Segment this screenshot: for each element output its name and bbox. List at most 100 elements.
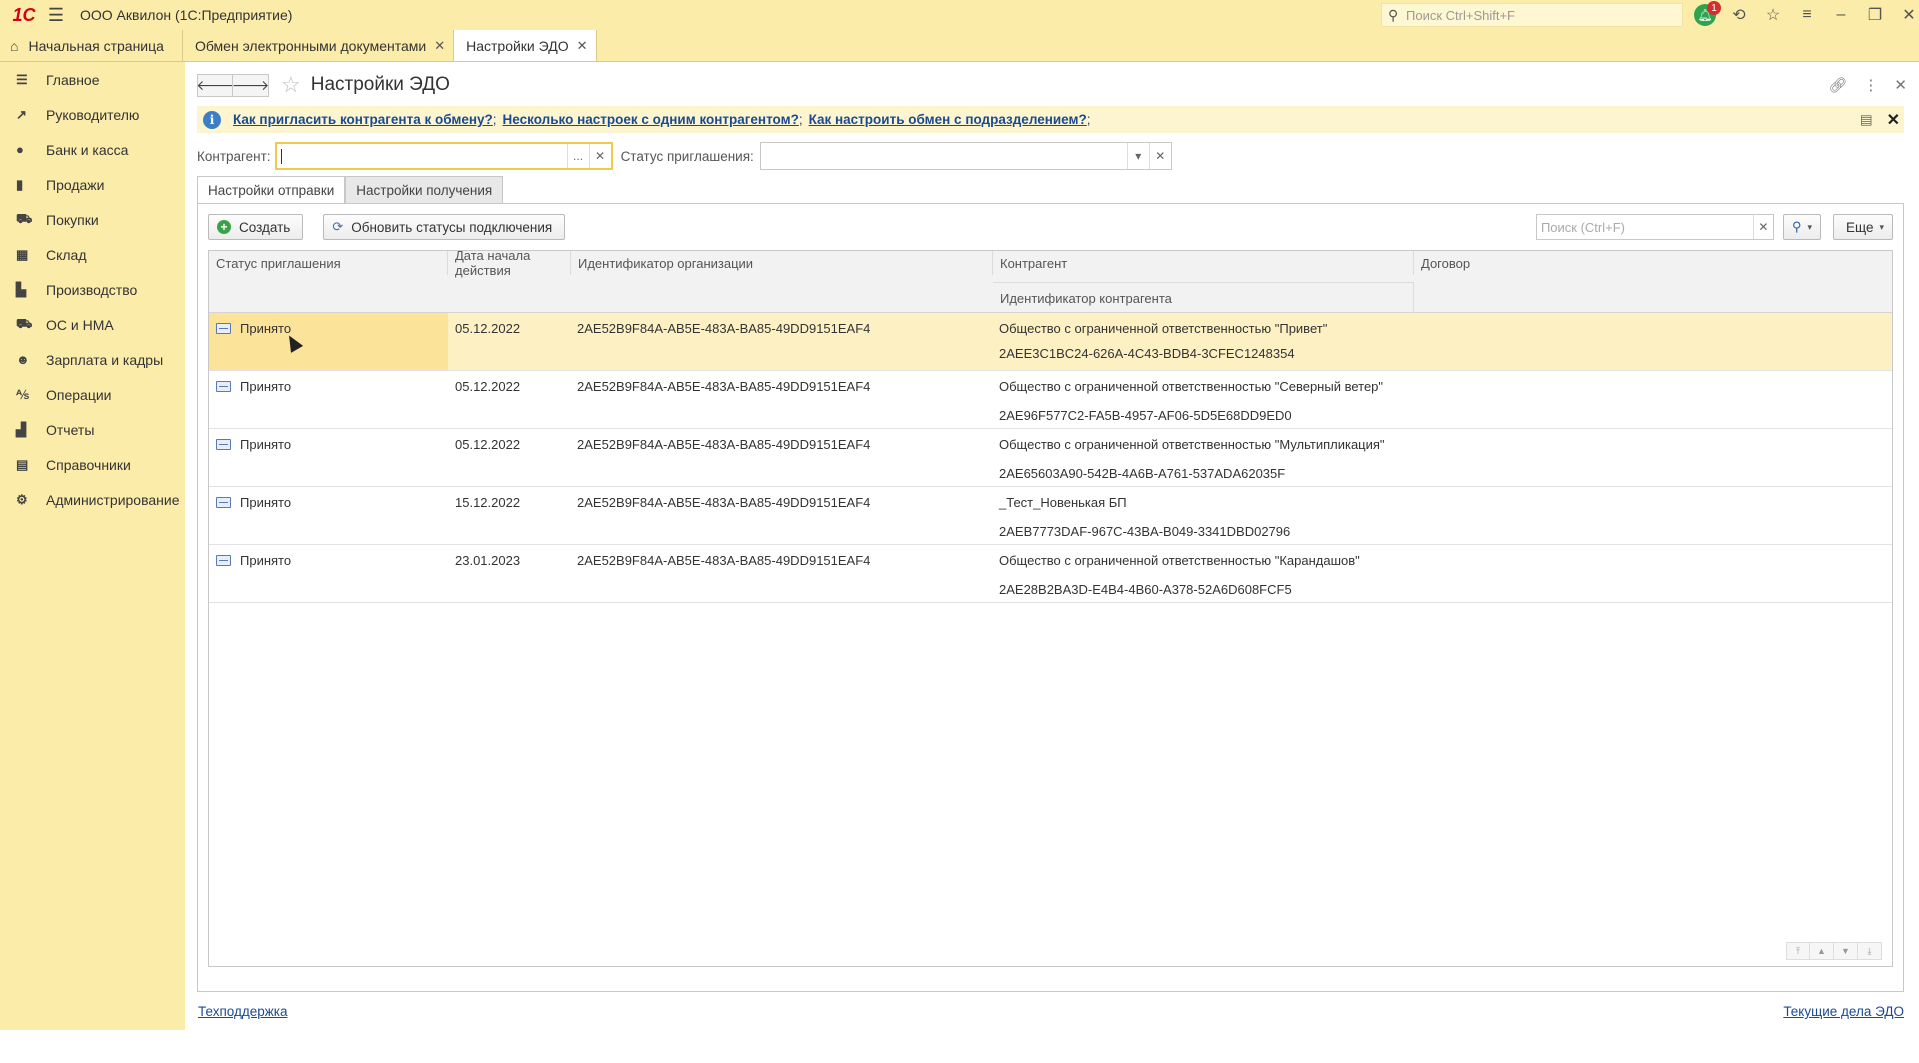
clear-status-button[interactable]: ✕	[1148, 143, 1171, 169]
sidebar-item-main[interactable]: ☰ Главное	[0, 62, 185, 97]
sidebar-item-label: Покупки	[46, 211, 99, 228]
tab-edo-settings[interactable]: Настройки ЭДО ✕	[454, 30, 597, 61]
close-tab-icon[interactable]: ✕	[434, 38, 445, 54]
sidebar-item-operations[interactable]: ⅍ Операции	[0, 377, 185, 412]
chevron-down-icon: ▾	[1879, 221, 1884, 232]
info-panel: i Как пригласить контрагента к обмену?; …	[197, 106, 1904, 133]
separator: ;	[1086, 112, 1091, 127]
column-header-contract[interactable]: Договор	[1414, 251, 1892, 275]
sidebar-item-assets[interactable]: ⛟ ОС и НМА	[0, 307, 185, 342]
1c-logo[interactable]: 1С	[6, 0, 42, 30]
more-vertical-icon[interactable]: ⋮	[1863, 76, 1878, 94]
help-link-subdivision[interactable]: Как настроить обмен с подразделением?	[809, 112, 1087, 127]
forward-button[interactable]: 🡒	[232, 73, 269, 97]
scroll-up-icon[interactable]: ▲	[1810, 942, 1834, 960]
sidebar-item-sales[interactable]: ▮ Продажи	[0, 167, 185, 202]
sidebar-item-warehouse[interactable]: ▦ Склад	[0, 237, 185, 272]
date-cell: 15.12.2022	[455, 494, 521, 510]
search-options-button[interactable]: ⚲ ▾	[1782, 214, 1821, 240]
favorites-icon[interactable]: ☆	[1756, 0, 1790, 30]
counterparty-filter-input[interactable]	[277, 144, 567, 168]
tab-send-settings[interactable]: Настройки отправки	[197, 176, 346, 204]
close-info-icon[interactable]: ✕	[1887, 110, 1900, 130]
counterparty-filter-field[interactable]: ... ✕	[274, 142, 613, 170]
sidebar-item-catalogs[interactable]: ▤ Справочники	[0, 447, 185, 482]
table-row[interactable]: Принято 05.12.2022 2AE52B9F84A-AB5E-483A…	[209, 313, 1892, 371]
scroll-down-icon[interactable]: ▼	[1834, 942, 1858, 960]
sidebar-item-production[interactable]: ▙ Производство	[0, 272, 185, 307]
warehouse-icon: ▦	[16, 246, 29, 262]
tab-edo-exchange[interactable]: Обмен электронными документами ✕	[183, 30, 455, 61]
main-menu-icon[interactable]: ☰	[42, 0, 70, 30]
global-search-input[interactable]: ⚲ Поиск Ctrl+Shift+F	[1381, 3, 1683, 27]
favorite-star-icon[interactable]: ☆	[281, 72, 301, 98]
column-header-status[interactable]: Статус приглашения	[209, 251, 448, 275]
column-header-counterparty[interactable]: Контрагент	[993, 251, 1414, 275]
list-search-placeholder: Поиск (Ctrl+F)	[1540, 219, 1625, 235]
date-cell: 05.12.2022	[455, 378, 521, 394]
status-filter-input[interactable]	[761, 143, 1127, 169]
sidebar-item-reports[interactable]: ▟ Отчеты	[0, 412, 185, 447]
restore-icon[interactable]: ❐	[1858, 0, 1892, 30]
notifications-button[interactable]: 🔔︎ 1	[1688, 0, 1722, 30]
scroll-top-icon[interactable]: ⤒	[1786, 942, 1810, 960]
clear-search-button[interactable]: ✕	[1752, 215, 1773, 239]
current-tasks-link[interactable]: Текущие дела ЭДО	[1783, 1004, 1904, 1019]
envelope-icon	[216, 554, 231, 566]
tab-home-label: Начальная страница	[28, 37, 164, 54]
list-search-input[interactable]: Поиск (Ctrl+F) ✕	[1535, 214, 1774, 240]
status-filter-field[interactable]: ▾ ✕	[759, 142, 1172, 170]
close-tab-icon[interactable]: ✕	[577, 38, 588, 54]
status-text: Принято	[240, 378, 292, 394]
counterparty-cell: Общество с ограниченной ответственностью…	[999, 552, 1360, 568]
more-button[interactable]: Еще ▾	[1833, 214, 1893, 240]
table-row[interactable]: Принято 05.12.2022 2AE52B9F84A-AB5E-483A…	[209, 371, 1892, 429]
sidebar-item-manager[interactable]: ↗ Руководителю	[0, 97, 185, 132]
help-link-invite[interactable]: Как пригласить контрагента к обмену?	[233, 112, 493, 127]
status-text: Принято	[240, 494, 292, 510]
select-ellipsis-button[interactable]: ...	[566, 144, 589, 168]
close-window-icon[interactable]: ✕	[1892, 0, 1919, 30]
refresh-statuses-button[interactable]: ⟳ Обновить статусы подключения	[323, 214, 566, 240]
sidebar-item-bank[interactable]: ● Банк и касса	[0, 132, 185, 167]
scroll-bottom-icon[interactable]: ⤓	[1858, 942, 1882, 960]
envelope-icon	[216, 496, 231, 508]
chevron-down-icon: ▾	[1807, 221, 1812, 232]
tab-home[interactable]: ⌂ Начальная страница	[0, 30, 183, 61]
sidebar-item-label: Руководителю	[46, 106, 140, 123]
document-icon[interactable]: ▤	[1860, 112, 1873, 128]
link-icon[interactable]: 🔗︎	[1828, 76, 1847, 94]
history-icon[interactable]: ⟲	[1722, 0, 1756, 30]
column-header-counterparty-id[interactable]: Идентификатор контрагента	[993, 282, 1414, 313]
column-header-date[interactable]: Дата начала действия	[448, 251, 571, 278]
trend-icon: ↗	[16, 106, 27, 122]
sidebar-item-purchases[interactable]: ⛟ Покупки	[0, 202, 185, 237]
support-link[interactable]: Техподдержка	[198, 1004, 287, 1019]
status-text: Принято	[240, 320, 292, 336]
table-row[interactable]: Принято 05.12.2022 2AE52B9F84A-AB5E-483A…	[209, 429, 1892, 487]
table-row[interactable]: Принято 23.01.2023 2AE52B9F84A-AB5E-483A…	[209, 545, 1892, 603]
functions-menu-icon[interactable]: ≡	[1790, 0, 1824, 30]
column-header-org-id[interactable]: Идентификатор организации	[571, 251, 993, 275]
help-link-multiple[interactable]: Несколько настроек с одним контрагентом?	[503, 112, 799, 127]
edo-settings-table: Статус приглашения Дата начала действия …	[208, 250, 1893, 967]
status-cell: Принято	[209, 493, 448, 511]
counterparty-id-cell: 2AE96F577C2-FA5B-4957-AF06-5D5E68DD9ED0	[999, 407, 1292, 423]
filter-row: Контрагент: ... ✕ Статус приглашения: ▾ …	[197, 142, 1172, 170]
sidebar-item-label: Главное	[46, 71, 100, 88]
sidebar-item-admin[interactable]: ⚙ Администрирование	[0, 482, 185, 517]
tab-receive-settings[interactable]: Настройки получения	[345, 176, 504, 204]
factory-icon: ▙	[16, 281, 26, 297]
counterparty-id-cell: 2AEB7773DAF-967C-43BA-B049-3341DBD02796	[999, 523, 1291, 539]
table-row[interactable]: Принято 15.12.2022 2AE52B9F84A-AB5E-483A…	[209, 487, 1892, 545]
sidebar-item-label: Продажи	[46, 176, 105, 193]
dropdown-chevron-icon[interactable]: ▾	[1126, 143, 1149, 169]
create-button[interactable]: + Создать	[208, 214, 304, 240]
counterparty-id-cell: 2AE28B2BA3D-E4B4-4B60-A378-52A6D608FCF5	[999, 581, 1292, 597]
sidebar-item-salary[interactable]: ☻ Зарплата и кадры	[0, 342, 185, 377]
close-form-icon[interactable]: ✕	[1894, 76, 1907, 94]
clear-counterparty-button[interactable]: ✕	[588, 144, 611, 168]
counterparty-filter-label: Контрагент:	[197, 148, 271, 164]
minimize-icon[interactable]: –	[1824, 0, 1858, 30]
back-button[interactable]: 🡐	[196, 73, 234, 97]
